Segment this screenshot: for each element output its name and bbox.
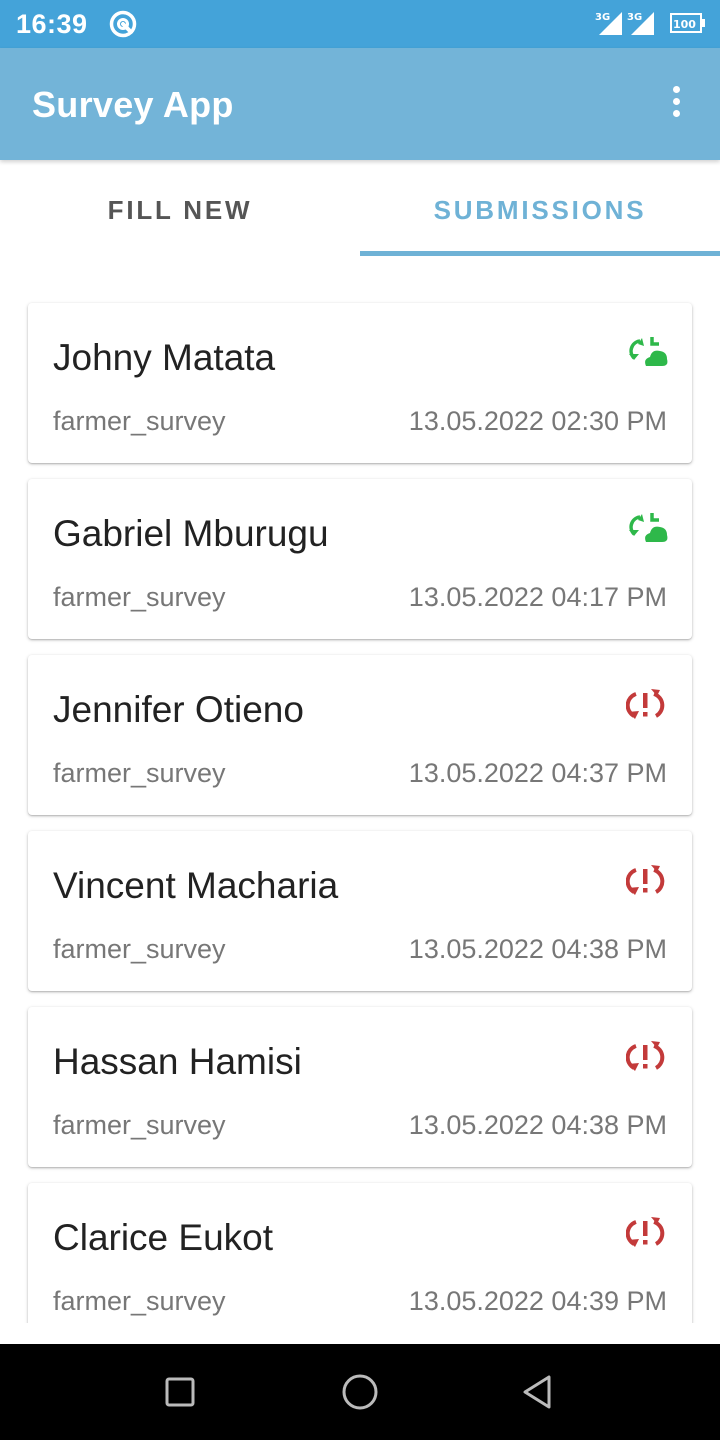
- more-vert-icon[interactable]: [664, 86, 688, 126]
- app-bar: Survey App: [0, 48, 720, 160]
- signal-icon-1: 3G: [595, 12, 622, 35]
- submission-name: Jennifer Otieno: [53, 689, 304, 730]
- tab-submissions[interactable]: SUBMISSIONS: [360, 160, 720, 256]
- submission-name: Gabriel Mburugu: [53, 513, 329, 554]
- submissions-list[interactable]: Johny Matata farmer_survey 13.05.2022 02…: [0, 256, 720, 1323]
- sync-problem-icon: [626, 689, 665, 719]
- signal-icon-2: 3G: [627, 12, 654, 35]
- submission-survey: farmer_survey: [53, 1110, 226, 1140]
- submission-card[interactable]: Johny Matata farmer_survey 13.05.2022 02…: [28, 303, 692, 463]
- submission-date: 13.05.2022 04:37 PM: [408, 758, 667, 788]
- submission-survey: farmer_survey: [53, 934, 226, 964]
- submission-card[interactable]: Hassan Hamisi farmer_survey 13.05.2022 0…: [28, 1007, 692, 1167]
- submission-card[interactable]: Jennifer Otieno farmer_survey 13.05.2022…: [28, 655, 692, 815]
- back-triangle-icon[interactable]: [518, 1372, 558, 1412]
- submission-name: Clarice Eukot: [53, 1217, 274, 1258]
- submission-date: 13.05.2022 04:39 PM: [408, 1286, 667, 1316]
- svg-text:3G: 3G: [595, 12, 610, 23]
- submission-survey: farmer_survey: [53, 582, 226, 612]
- status-bar: 16:39 3G 3G 100: [0, 0, 720, 48]
- sync-success-icon: [629, 513, 668, 542]
- submission-survey: farmer_survey: [53, 1286, 226, 1316]
- submission-date: 13.05.2022 04:38 PM: [408, 934, 667, 964]
- submission-card[interactable]: Vincent Macharia farmer_survey 13.05.202…: [28, 831, 692, 991]
- battery-icon: 100: [670, 13, 705, 33]
- submission-date: 13.05.2022 02:30 PM: [408, 406, 667, 436]
- app-notification-icon: [109, 10, 137, 38]
- submission-name: Vincent Macharia: [53, 865, 339, 906]
- submission-survey: farmer_survey: [53, 406, 226, 436]
- sync-problem-icon: [626, 1041, 665, 1071]
- submission-survey: farmer_survey: [53, 758, 226, 788]
- app-title: Survey App: [32, 84, 234, 125]
- tab-fill-new[interactable]: FILL NEW: [0, 160, 360, 256]
- home-circle-icon[interactable]: [340, 1372, 380, 1412]
- svg-text:100: 100: [673, 18, 696, 31]
- submission-name: Johny Matata: [53, 337, 276, 378]
- submission-card[interactable]: Gabriel Mburugu farmer_survey 13.05.2022…: [28, 479, 692, 639]
- system-nav-bar: [0, 1344, 720, 1440]
- status-time: 16:39: [16, 9, 88, 39]
- submission-name: Hassan Hamisi: [53, 1041, 302, 1082]
- sync-problem-icon: [626, 865, 665, 895]
- tab-bar: FILL NEW SUBMISSIONS: [0, 160, 720, 256]
- submission-date: 13.05.2022 04:17 PM: [408, 582, 667, 612]
- recents-square-icon[interactable]: [160, 1372, 200, 1412]
- submission-date: 13.05.2022 04:38 PM: [408, 1110, 667, 1140]
- sync-problem-icon: [626, 1217, 665, 1247]
- svg-text:3G: 3G: [627, 12, 642, 23]
- submission-card[interactable]: Clarice Eukot farmer_survey 13.05.2022 0…: [28, 1183, 692, 1323]
- sync-success-icon: [629, 337, 668, 366]
